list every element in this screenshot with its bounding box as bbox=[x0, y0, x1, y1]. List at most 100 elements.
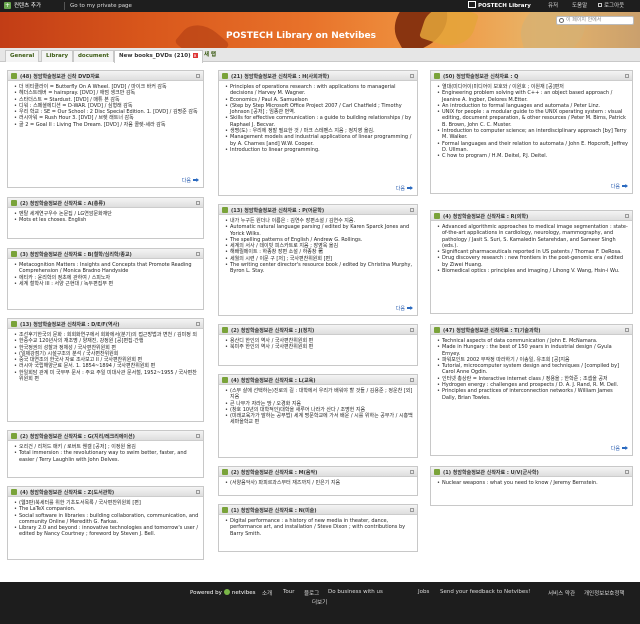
list-item[interactable]: (스무 살에 선택하는)진로의 길 : 대학에서 우리가 배워야 할 것들 / … bbox=[225, 388, 413, 401]
widget-header[interactable]: (13) 청암학술정보관 신착자료 : P(어문학) bbox=[219, 205, 417, 215]
list-item[interactable]: Principles of operations research : with… bbox=[225, 84, 413, 97]
widget-header[interactable]: (2) 청암학술정보관 신착자료 : G(지리/레크리에이션) bbox=[8, 431, 203, 441]
widget-menu-icon[interactable] bbox=[625, 470, 629, 474]
powered-by[interactable]: Powered by netvibes bbox=[190, 589, 255, 596]
list-item[interactable]: Total immersion : the revolutionary way … bbox=[14, 450, 199, 463]
feed-icon bbox=[11, 433, 17, 439]
widget-header[interactable]: (1) 청암학술정보관 신착자료 : N(미술) bbox=[219, 505, 417, 515]
list-item[interactable]: Biomedical optics : principles and imagi… bbox=[437, 268, 628, 275]
go-private-page-link[interactable]: Go to my private page bbox=[70, 0, 132, 12]
widget-header[interactable]: (2) 청암학술정보관 신착자료 : M(음악) bbox=[219, 467, 417, 477]
list-item[interactable]: Mots et les choses. English bbox=[14, 217, 199, 224]
list-item[interactable]: UNIX for people : a modular guide to the… bbox=[437, 109, 628, 128]
list-item[interactable]: Nuclear weapons : what you need to know … bbox=[437, 480, 628, 487]
widget-menu-icon[interactable] bbox=[196, 252, 200, 256]
list-item[interactable]: Social software in libraries : building … bbox=[14, 513, 199, 526]
widget-header[interactable]: (47) 청암학술정보관 신착자료 : T(기술과학) bbox=[431, 325, 632, 335]
list-item[interactable]: Introduction to computer science; an int… bbox=[437, 128, 628, 141]
feed-list: 오리건 / 리처드 매키 / 로버트 웬겔 [공저] ; 이정원 옮김Total… bbox=[14, 444, 199, 463]
list-item[interactable]: Made in Hungary : the best of 150 years … bbox=[437, 344, 628, 357]
widget-header[interactable]: (2) 청암학술정보관 신착자료 : J(정치) bbox=[219, 325, 417, 335]
logout-link[interactable]: 로그아웃 bbox=[598, 0, 624, 12]
list-item[interactable]: 골 2 = Goal II : Living The Dream. [DVD] … bbox=[14, 122, 199, 129]
library-brand[interactable]: POSTECH Library bbox=[468, 0, 531, 12]
list-item[interactable]: Library 2.0 and beyond : innovative tech… bbox=[14, 525, 199, 538]
footer-more-link[interactable]: 더보기 bbox=[312, 598, 327, 606]
list-item[interactable]: The writing center director's resource b… bbox=[225, 262, 413, 275]
list-item[interactable]: Metacognition Matters : Insights and Con… bbox=[14, 262, 199, 275]
help-link[interactable]: 도움말 bbox=[572, 0, 587, 12]
widget-menu-icon[interactable] bbox=[410, 328, 414, 332]
footer-link-tour[interactable]: Tour bbox=[283, 589, 295, 595]
tab-new-books[interactable]: New books_DVDs (210) × bbox=[114, 50, 203, 63]
list-item[interactable]: Drug discovery research : new frontiers … bbox=[437, 255, 628, 268]
widget-header[interactable]: (13) 청암학술정보관 신착자료 : D/E/F(역사) bbox=[8, 319, 203, 329]
tab-general[interactable]: General bbox=[5, 50, 40, 62]
list-item[interactable]: C how to program / H.M. Deitel, P.J. Dei… bbox=[437, 153, 628, 160]
widget-header[interactable]: (4) 청암학술정보관 신착자료 : Z(도서관학) bbox=[8, 487, 203, 497]
widget-menu-icon[interactable] bbox=[410, 208, 414, 212]
list-item[interactable]: Management models and industrial applica… bbox=[225, 134, 413, 147]
widget-menu-icon[interactable] bbox=[196, 490, 200, 494]
footer-link-jobs[interactable]: Jobs bbox=[418, 589, 429, 595]
feed-list: Technical aspects of data communication … bbox=[437, 338, 628, 401]
search-input[interactable]: 이 페이지 안에서 bbox=[556, 16, 634, 25]
list-item[interactable]: (서양음악사) 파피르과스부터 재즈까지 / 민은기 지음 bbox=[225, 480, 413, 487]
list-item[interactable]: (미래교육가가 말하는 공부법) 세계 명문학교에 가서 배운 / 시를 위하는… bbox=[225, 413, 413, 426]
arrow-right-icon bbox=[622, 446, 628, 450]
widget-header[interactable]: (1) 청암학술정보관 신착자료 : U/V(군사학) bbox=[431, 467, 632, 477]
widget-header[interactable]: (50) 청암학술정보관 신착자료 : Q bbox=[431, 71, 632, 81]
tab-library[interactable]: Library bbox=[41, 50, 74, 62]
widget-philosophy: (3) 청암학술정보관 신착자료 : B(철학/심리학/종교) Metacogn… bbox=[7, 248, 204, 310]
widget-header[interactable]: (4) 청암학술정보관 신착자료 : L(교육) bbox=[219, 375, 417, 385]
widget-menu-icon[interactable] bbox=[410, 74, 414, 78]
widget-menu-icon[interactable] bbox=[625, 328, 629, 332]
close-icon[interactable]: × bbox=[192, 53, 198, 58]
preferences-link[interactable]: 유저 bbox=[548, 0, 558, 12]
more-link[interactable]: 다음 bbox=[611, 183, 628, 190]
footer-link-blog[interactable]: 블로그 bbox=[304, 589, 319, 597]
list-item[interactable]: 한일회담 관계 미 국무부 문서 : 주요 주일 미대사관 문서철, 1952~… bbox=[14, 370, 199, 383]
list-item[interactable]: Principles and practices of interconnect… bbox=[437, 388, 628, 401]
add-content-button[interactable]: + 컨텐츠 추가 bbox=[4, 0, 41, 12]
footer-link-feedback[interactable]: Send your feedback to Netvibes! bbox=[440, 589, 530, 595]
widget-menu-icon[interactable] bbox=[196, 201, 200, 205]
widget-header[interactable]: (48) 청암학술정보관 신착 DVD자료 bbox=[8, 71, 203, 81]
list-item[interactable]: Digital performance : a history of new m… bbox=[225, 518, 413, 537]
list-item[interactable]: Tutorial, microcomputer system design an… bbox=[437, 363, 628, 376]
widget-title: (4) 청암학술정보관 신착자료 : Z(도서관학) bbox=[20, 490, 115, 496]
widget-library-science: (4) 청암학술정보관 신착자료 : Z(도서관학) (웹3판)북세터를 위한 … bbox=[7, 486, 204, 560]
widget-menu-icon[interactable] bbox=[410, 378, 414, 382]
more-link[interactable]: 다음 bbox=[396, 305, 413, 312]
widget-header[interactable]: (3) 청암학술정보관 신착자료 : B(철학/심리학/종교) bbox=[8, 249, 203, 259]
list-item[interactable]: 세계 철학사 III : 서양 근현대 / 녹두편집부 편 bbox=[14, 281, 199, 288]
tab-document[interactable]: document bbox=[73, 50, 114, 62]
widget-header[interactable]: (4) 청암학술정보관 신착자료 : R(의학) bbox=[431, 211, 632, 221]
list-item[interactable]: 북미주 한인의 역사 / 국사편찬위원회 편 bbox=[225, 344, 413, 351]
footer-link-privacy[interactable]: 개인정보보호정책 bbox=[584, 589, 624, 597]
more-link[interactable]: 다음 bbox=[182, 177, 199, 184]
widget-menu-icon[interactable] bbox=[196, 322, 200, 326]
footer-link-terms[interactable]: 서비스 약관 bbox=[548, 589, 575, 597]
widget-header[interactable]: (21) 청암학술정보관 신착자료 : H(사회과학) bbox=[219, 71, 417, 81]
widget-menu-icon[interactable] bbox=[196, 74, 200, 78]
list-item[interactable]: (Step by Step Microsoft Office Project 2… bbox=[225, 103, 413, 116]
list-item[interactable]: Engineering problem solving with C++ : a… bbox=[437, 90, 628, 103]
widget-header[interactable]: (2) 청암학술정보관 신착자료 : A(총류) bbox=[8, 198, 203, 208]
list-item[interactable]: Formal languages and their relation to a… bbox=[437, 141, 628, 154]
footer-link-about[interactable]: 소개 bbox=[262, 589, 272, 597]
widget-menu-icon[interactable] bbox=[625, 214, 629, 218]
widget-menu-icon[interactable] bbox=[410, 508, 414, 512]
more-label: 다음 bbox=[395, 306, 405, 312]
list-item[interactable]: Skills for effective communication : a g… bbox=[225, 115, 413, 128]
widget-menu-icon[interactable] bbox=[410, 470, 414, 474]
list-item[interactable]: Automatic natural language parsing / edi… bbox=[225, 224, 413, 237]
widget-menu-icon[interactable] bbox=[625, 74, 629, 78]
more-link[interactable]: 다음 bbox=[396, 185, 413, 192]
list-item[interactable]: Introduction to linear programming. bbox=[225, 147, 413, 154]
more-link[interactable]: 다음 bbox=[611, 445, 628, 452]
list-item[interactable]: Advanced algorithmic approaches to medic… bbox=[437, 224, 628, 249]
footer-link-business[interactable]: Do business with us bbox=[328, 589, 383, 595]
widget-menu-icon[interactable] bbox=[196, 434, 200, 438]
tab-add-new[interactable]: 새 탭 bbox=[200, 50, 220, 62]
